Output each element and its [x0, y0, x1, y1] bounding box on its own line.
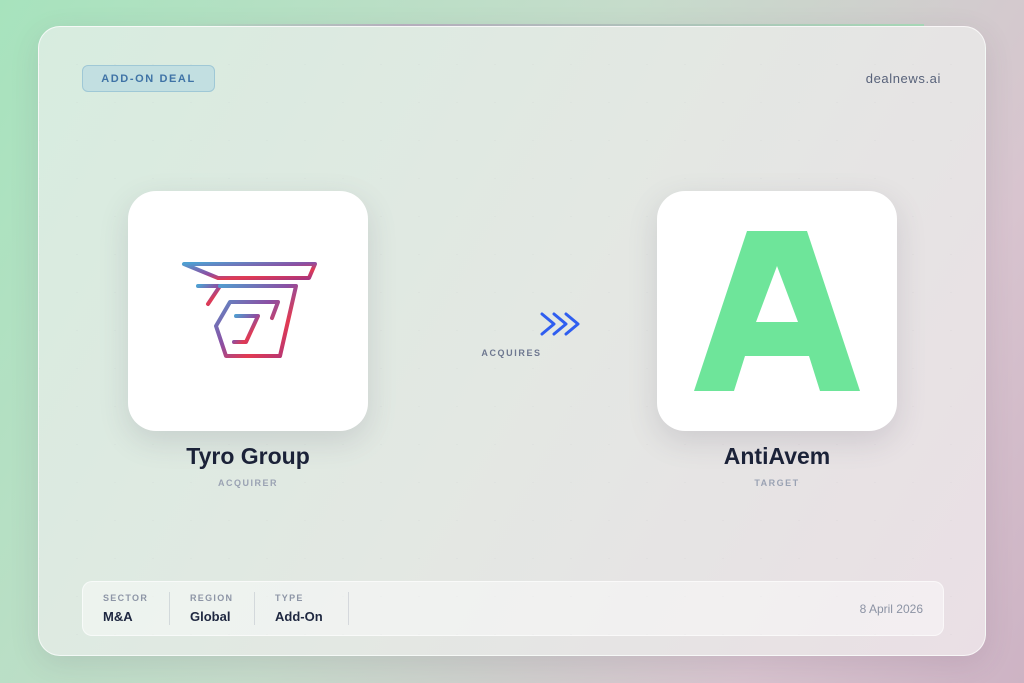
acquirer-panel: Tyro Group ACQUIRER: [128, 191, 368, 488]
double-chevron-arrow-icon: [444, 312, 579, 336]
meta-type-label: TYPE: [275, 593, 304, 603]
meta-region: REGION Global: [190, 593, 233, 624]
target-panel: AntiAvem TARGET: [657, 191, 897, 488]
target-logo-box: [657, 191, 897, 431]
acquirer-logo-box: [128, 191, 368, 431]
acquirer-role: ACQUIRER: [217, 478, 278, 488]
antiavem-logo-icon: [694, 231, 860, 391]
meta-sector: SECTOR M&A: [103, 593, 148, 624]
meta-divider: [169, 592, 170, 625]
deal-type-badge: ADD-ON DEAL: [82, 65, 215, 92]
target-role: TARGET: [754, 478, 800, 488]
meta-type-value: Add-On: [275, 609, 323, 624]
acquires-connector: ACQUIRES: [439, 309, 584, 358]
deal-card: ADD-ON DEAL dealnews.ai Tyro Group ACQUI…: [38, 26, 986, 656]
meta-sector-label: SECTOR: [103, 593, 149, 603]
relation-label: ACQUIRES: [481, 348, 542, 358]
tyro-group-logo-icon: [182, 262, 317, 358]
brand-name: dealnews.ai: [865, 71, 941, 86]
deal-date: 8 April 2026: [859, 602, 923, 616]
meta-region-value: Global: [190, 609, 231, 624]
meta-region-label: REGION: [190, 593, 234, 603]
meta-divider: [254, 592, 255, 625]
target-name: AntiAvem: [723, 443, 831, 469]
acquirer-name: Tyro Group: [186, 443, 310, 469]
meta-divider: [348, 592, 349, 625]
deal-meta-footer: SECTOR M&A REGION Global TYPE Add-On 8 A…: [82, 581, 944, 636]
meta-sector-value: M&A: [103, 609, 133, 624]
meta-type: TYPE Add-On: [275, 593, 323, 624]
